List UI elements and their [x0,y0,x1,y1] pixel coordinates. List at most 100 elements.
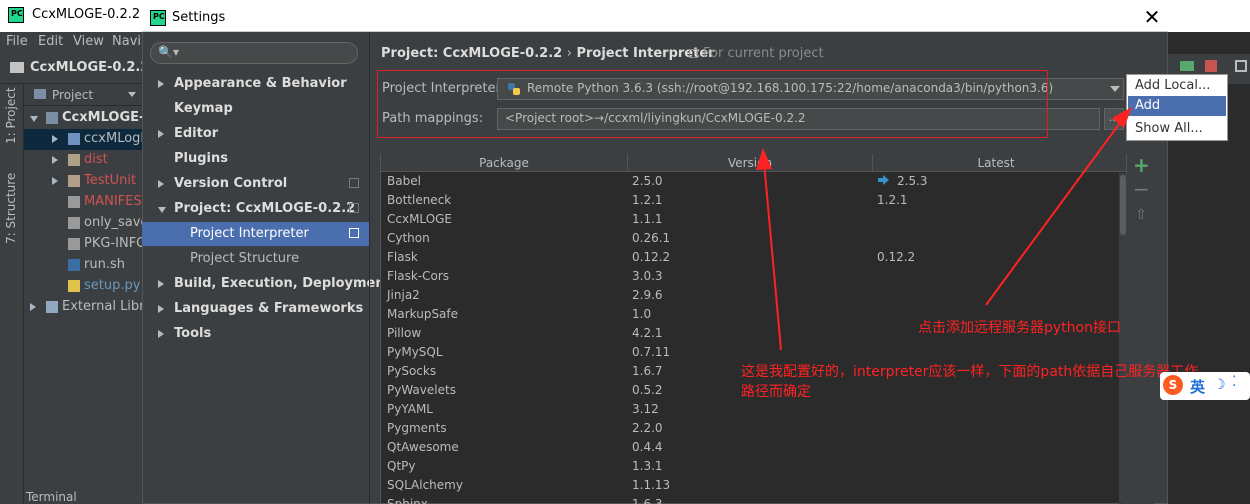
package-name: SQLAlchemy [387,478,463,492]
menu-show-all[interactable]: Show All... [1128,119,1226,139]
run-icon[interactable] [1180,61,1194,71]
package-name: CcxMLOGE [387,212,453,226]
table-row[interactable]: QtAwesome 0.4.4 [381,438,1118,457]
chevron-right-icon[interactable] [158,130,164,138]
path-mappings-browse-button[interactable]: ... [1104,108,1124,130]
table-row[interactable]: Bottleneck 1.2.1 1.2.1 [381,191,1118,210]
chevron-right-icon[interactable] [158,305,164,313]
chevron-right-icon[interactable] [158,80,164,88]
stop-icon[interactable] [1205,60,1217,72]
settings-nav-item[interactable]: Languages & Frameworks [142,297,369,321]
ime-language-toggle[interactable]: 英 [1190,376,1205,397]
table-scrollbar-thumb[interactable] [1120,175,1126,235]
copy-scope-icon [349,203,359,213]
header-package[interactable]: Package [381,155,627,173]
tree-item-label: run.sh [84,257,125,272]
table-row[interactable]: Jinja2 2.9.6 [381,286,1118,305]
table-row[interactable]: Flask-Cors 3.0.3 [381,267,1118,286]
file-icon [68,175,80,187]
table-row[interactable]: PyMySQL 0.7.11 [381,343,1118,362]
chevron-right-icon[interactable] [158,330,164,338]
settings-nav-item[interactable]: Project Interpreter [142,222,369,246]
settings-nav-label: Appearance & Behavior [174,76,347,91]
chevron-right-icon[interactable] [52,177,58,185]
header-version[interactable]: Version [628,155,872,173]
file-icon [68,280,80,292]
add-package-button[interactable]: + [1133,155,1150,175]
window-icon[interactable] [1235,60,1247,72]
chevron-down-icon[interactable] [1106,78,1124,100]
app-icon-text: PC [11,9,23,18]
tree-item[interactable]: run.sh [24,255,142,276]
settings-nav-label: Keymap [174,101,233,116]
chevron-right-icon[interactable] [158,280,164,288]
table-row[interactable]: Cython 0.26.1 [381,229,1118,248]
tree-item[interactable]: setup.py [24,276,142,297]
settings-nav-item[interactable]: Keymap [142,97,369,121]
search-icon[interactable]: 🔍▾ [158,45,179,59]
package-name: MarkupSafe [387,307,459,321]
tree-item[interactable]: only_save_ [24,213,155,234]
menu-file[interactable]: File [6,34,28,49]
chevron-right-icon[interactable] [30,303,36,311]
dialog-titlebar [142,4,1168,32]
table-row[interactable]: SQLAlchemy 1.1.13 [381,476,1118,495]
package-version: 1.1.13 [632,478,671,492]
package-version: 2.5.0 [632,174,663,188]
chevron-down-icon[interactable] [128,92,136,97]
file-icon [68,238,80,250]
tree-item[interactable]: MANIFEST [24,192,150,213]
menu-edit[interactable]: Edit [38,34,63,49]
tree-item[interactable]: External Libra [24,297,153,318]
table-row[interactable]: PyYAML 3.12 [381,400,1118,419]
tab-structure-tool[interactable]: 7: Structure [4,173,18,244]
table-row[interactable]: QtPy 1.3.1 [381,457,1118,476]
settings-nav-item[interactable]: Appearance & Behavior [142,72,369,96]
settings-nav-item[interactable]: Project Structure [142,247,369,271]
settings-nav-label: Build, Execution, Deployment [174,276,391,291]
menu-add-local[interactable]: Add Local... [1128,76,1226,96]
remove-package-button[interactable]: − [1133,179,1150,199]
tab-terminal[interactable]: Terminal [26,490,77,504]
sogou-logo-icon[interactable]: S [1163,375,1183,395]
upgrade-package-button[interactable]: ⇧ [1133,206,1149,224]
header-latest[interactable]: Latest [873,155,1119,173]
tree-item[interactable]: TestUnit [24,171,142,192]
table-row[interactable]: Sphinx 1.6.3 [381,495,1118,504]
settings-nav-item[interactable]: Editor [142,122,369,146]
package-name: QtAwesome [387,440,459,454]
settings-search-input[interactable] [150,42,358,64]
project-panel-label[interactable]: Project [52,88,93,102]
table-row[interactable]: CcxMLOGE 1.1.1 [381,210,1118,229]
chevron-right-icon[interactable] [52,156,58,164]
settings-nav-item[interactable]: Plugins [142,147,369,171]
package-version: 1.6.3 [632,497,663,504]
settings-nav-item[interactable]: Tools [142,322,369,346]
tab-project-tool[interactable]: 1: Project [4,87,18,144]
chevron-right-icon[interactable] [158,180,164,188]
table-row[interactable]: Pygments 2.2.0 [381,419,1118,438]
moon-icon[interactable]: ☽ [1213,377,1226,393]
table-row[interactable]: Flask 0.12.2 0.12.2 [381,248,1118,267]
settings-nav-item[interactable]: Version Control [142,172,369,196]
folder-icon [10,62,24,73]
ide-project-breadcrumb[interactable]: CcxMLOGE-0.2.2 [30,60,149,75]
menu-navigate[interactable]: Navi [112,34,141,49]
package-version: 3.0.3 [632,269,663,283]
chevron-down-icon[interactable] [158,207,166,213]
settings-nav-label: Editor [174,126,219,141]
settings-nav-item[interactable]: Build, Execution, Deployment [142,272,391,296]
close-icon[interactable]: ✕ [1140,6,1164,28]
file-icon [68,217,80,229]
chevron-right-icon[interactable] [52,135,58,143]
punctuation-icon[interactable]: ⁚ [1232,374,1236,390]
settings-nav-item[interactable]: Project: CcxMLOGE-0.2.2 [142,197,369,221]
chevron-down-icon[interactable] [30,116,38,122]
tree-item[interactable]: PKG-INFO [24,234,146,255]
tree-item[interactable]: ccxMLogE [24,129,149,150]
table-row[interactable]: Babel 2.5.0 2.5.3 [381,172,1118,191]
menu-view[interactable]: View [73,34,104,49]
menu-add-remote[interactable]: Add Remote... [1128,96,1226,133]
tree-item[interactable]: CcxMLOGE-0 [24,108,153,129]
tree-item[interactable]: dist [24,150,142,171]
